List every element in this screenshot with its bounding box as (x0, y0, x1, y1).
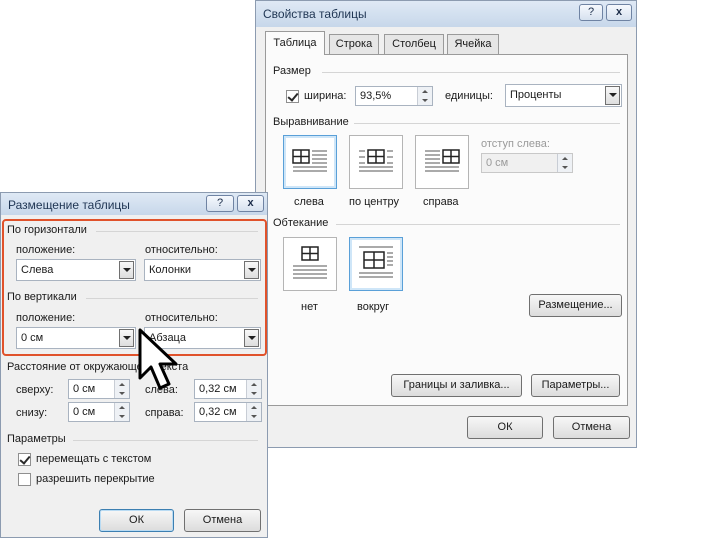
highlight-frame (2, 219, 267, 356)
width-label: ширина: (304, 90, 347, 102)
table-placement-title: Размещение таблицы (8, 198, 130, 212)
allow-overlap-checkbox[interactable] (18, 473, 31, 486)
left-distance-value: 0,32 см (199, 383, 237, 395)
align-right-icon (425, 149, 460, 172)
width-spin-arrows[interactable] (417, 87, 432, 105)
tab-table[interactable]: Таблица (265, 31, 325, 55)
left-distance-input[interactable]: 0,32 см (194, 379, 262, 399)
placement-cancel-button[interactable]: Отмена (184, 509, 261, 532)
bottom-spin-arrows[interactable] (114, 403, 129, 421)
tab-row[interactable]: Строка (329, 34, 379, 54)
align-left-icon (292, 149, 327, 172)
units-label: единицы: (445, 90, 493, 102)
indent-label: отступ слева: (481, 138, 550, 150)
align-right-label[interactable]: справа (423, 196, 459, 208)
align-right-tile[interactable] (415, 135, 469, 189)
params-group-label: Параметры (7, 433, 66, 445)
move-with-text-checkbox[interactable] (18, 453, 31, 466)
right-distance-label: справа: (145, 407, 184, 419)
width-value: 93,5% (360, 90, 392, 102)
wrap-group-label: Обтекание (273, 217, 329, 229)
cancel-button[interactable]: Отмена (553, 416, 630, 439)
width-input[interactable]: 93,5% (355, 86, 433, 106)
top-distance-value: 0 см (73, 383, 96, 395)
indent-input[interactable]: 0 см (481, 153, 573, 173)
wrap-none-icon (293, 246, 327, 279)
alignment-separator (354, 123, 620, 124)
bottom-distance-label: снизу: (16, 407, 48, 419)
tab-page: Размер ширина: 93,5% единицы: Проценты В… (265, 54, 628, 406)
wrap-around-label[interactable]: вокруг (357, 301, 389, 313)
alignment-group-label: Выравнивание (273, 116, 349, 128)
wrap-separator (336, 224, 620, 225)
help-button[interactable]: ? (206, 195, 234, 212)
close-button[interactable]: x (606, 4, 632, 21)
align-center-label[interactable]: по центру (349, 196, 399, 208)
align-left-label[interactable]: слева (294, 196, 324, 208)
top-spin-arrows[interactable] (114, 380, 129, 398)
wrap-around-tile[interactable] (349, 237, 403, 291)
align-left-tile[interactable] (283, 135, 337, 189)
ok-button[interactable]: ОК (467, 416, 543, 439)
move-with-text-label[interactable]: перемещать с текстом (36, 453, 151, 465)
tab-cell[interactable]: Ячейка (447, 34, 499, 54)
mouse-pointer-icon (138, 328, 178, 390)
wrap-none-label[interactable]: нет (301, 301, 318, 313)
units-value: Проценты (510, 89, 562, 101)
table-properties-dialog: Свойства таблицы ? x Таблица Строка Стол… (255, 0, 637, 448)
table-placement-dialog: Размещение таблицы ? x По горизонтали по… (0, 192, 268, 538)
placement-ok-button[interactable]: ОК (99, 509, 174, 532)
table-placement-titlebar: Размещение таблицы ? x (1, 193, 267, 215)
top-distance-label: сверху: (16, 384, 54, 396)
params-separator (73, 440, 258, 441)
placement-button[interactable]: Размещение... (529, 294, 622, 317)
table-properties-title: Свойства таблицы (263, 7, 367, 21)
chevron-down-icon[interactable] (605, 86, 620, 105)
right-spin-arrows[interactable] (246, 403, 261, 421)
left-spin-arrows[interactable] (246, 380, 261, 398)
allow-overlap-label[interactable]: разрешить перекрытие (36, 473, 155, 485)
bottom-distance-input[interactable]: 0 см (68, 402, 130, 422)
indent-spin-arrows[interactable] (557, 154, 572, 172)
help-button[interactable]: ? (579, 4, 603, 21)
bottom-distance-value: 0 см (73, 406, 96, 418)
close-button[interactable]: x (237, 195, 264, 212)
size-separator (322, 72, 620, 73)
options-button[interactable]: Параметры... (531, 374, 620, 397)
borders-shading-button[interactable]: Границы и заливка... (391, 374, 522, 397)
align-center-tile[interactable] (349, 135, 403, 189)
right-distance-value: 0,32 см (199, 406, 237, 418)
align-center-icon (359, 149, 393, 172)
wrap-around-icon (359, 246, 393, 278)
tab-column[interactable]: Столбец (384, 34, 444, 54)
table-properties-titlebar: Свойства таблицы ? x (256, 1, 636, 27)
units-select[interactable]: Проценты (505, 84, 622, 107)
wrap-none-tile[interactable] (283, 237, 337, 291)
right-distance-input[interactable]: 0,32 см (194, 402, 262, 422)
size-group-label: Размер (273, 65, 311, 77)
indent-value: 0 см (486, 157, 509, 169)
width-checkbox[interactable] (286, 90, 299, 103)
top-distance-input[interactable]: 0 см (68, 379, 130, 399)
